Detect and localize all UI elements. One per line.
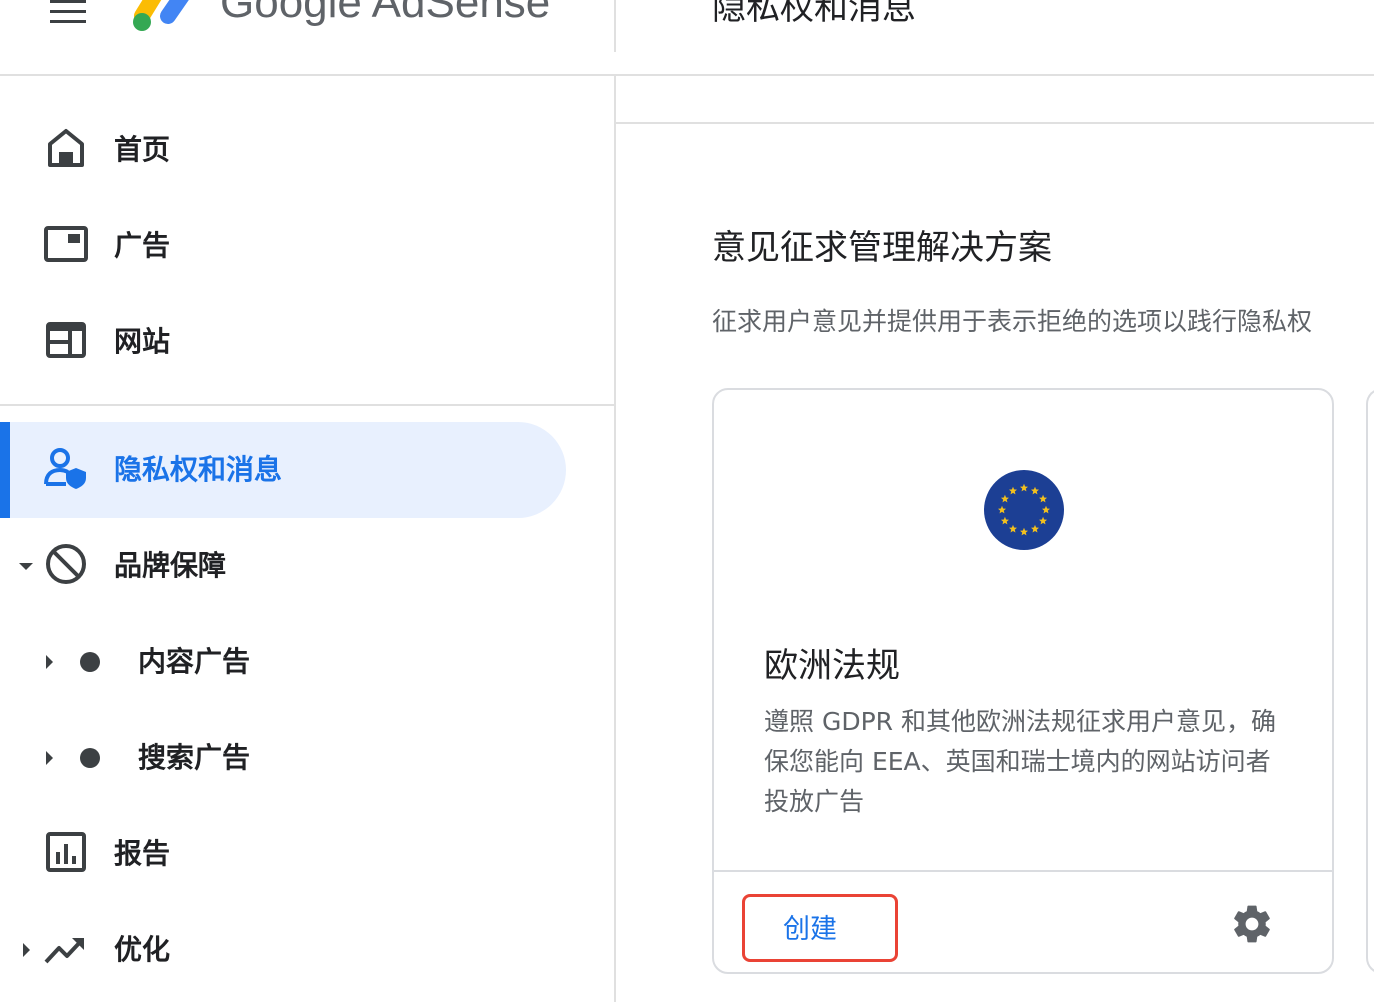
home-icon xyxy=(48,129,84,167)
sidebar-item-label: 首页 xyxy=(114,133,171,166)
section-title: 意见征求管理解决方案 xyxy=(712,228,1052,268)
sidebar-item-label: 网站 xyxy=(114,325,171,358)
sidebar-item-privacy-messaging[interactable]: 隐私权和消息 xyxy=(0,422,566,518)
sidebar-item-search-ads[interactable]: 搜索广告 xyxy=(0,710,566,806)
brand-name: Google AdSense xyxy=(220,0,551,27)
active-indicator xyxy=(0,422,10,518)
privacy-icon xyxy=(44,448,86,489)
sidebar-item-optimization[interactable]: 优化 xyxy=(0,902,566,998)
sidebar-item-label: 隐私权和消息 xyxy=(114,453,283,486)
adsense-logo-icon xyxy=(133,0,189,31)
next-card-edge xyxy=(1366,388,1374,974)
create-button[interactable]: 创建 xyxy=(742,894,898,962)
sidebar-item-label: 搜索广告 xyxy=(138,741,251,774)
sidebar-divider xyxy=(0,404,614,406)
sidebar-item-label: 品牌保障 xyxy=(114,549,227,582)
sidebar-item-brand-safety[interactable]: 品牌保障 xyxy=(0,518,566,614)
sidebar-item-reports[interactable]: 报告 xyxy=(0,806,566,902)
gear-icon[interactable] xyxy=(1230,902,1274,946)
caret-right-icon[interactable] xyxy=(46,751,53,765)
header-divider xyxy=(614,0,616,52)
dot-icon xyxy=(80,652,100,672)
content-divider xyxy=(616,122,1374,124)
create-button-label: 创建 xyxy=(783,914,837,945)
caret-right-icon[interactable] xyxy=(23,943,30,957)
menu-icon[interactable] xyxy=(46,0,90,34)
eu-flag-icon xyxy=(984,470,1064,550)
caret-down-icon[interactable] xyxy=(19,563,33,570)
sidebar-item-home[interactable]: 首页 xyxy=(0,102,566,198)
dot-icon xyxy=(80,748,100,768)
trending-up-icon xyxy=(44,938,84,964)
ads-icon xyxy=(44,226,88,262)
sites-icon xyxy=(46,322,86,358)
block-icon xyxy=(46,544,86,584)
sidebar-item-label: 报告 xyxy=(114,837,171,870)
card-title: 欧洲法规 xyxy=(764,646,900,686)
sidebar-item-sites[interactable]: 网站 xyxy=(0,294,566,390)
sidebar-item-ads[interactable]: 广告 xyxy=(0,198,566,294)
section-description: 征求用户意见并提供用于表示拒绝的选项以践行隐私权 xyxy=(712,307,1313,336)
sidebar-item-content-ads[interactable]: 内容广告 xyxy=(0,614,566,710)
top-app-bar: Google AdSense 隐私权和消息 xyxy=(0,0,1374,76)
caret-right-icon[interactable] xyxy=(46,655,53,669)
card-description: 遵照 GDPR 和其他欧洲法规征求用户意见，确保您能向 EEA、英国和瑞士境内的… xyxy=(764,707,1276,816)
sidebar-item-label: 广告 xyxy=(114,229,171,262)
sidebar-item-label: 优化 xyxy=(114,933,171,966)
sidebar-item-label: 内容广告 xyxy=(138,645,251,678)
sidebar: 首页 广告 网站 隐私权和消息 品牌保障 内容广告 搜索广告 报告 优化 xyxy=(0,76,616,1002)
card-divider xyxy=(714,870,1332,872)
page-title: 隐私权和消息 xyxy=(712,0,916,28)
eu-regulations-card: 欧洲法规 遵照 GDPR 和其他欧洲法规征求用户意见，确保您能向 EEA、英国和… xyxy=(712,388,1334,974)
reports-icon xyxy=(46,832,86,872)
